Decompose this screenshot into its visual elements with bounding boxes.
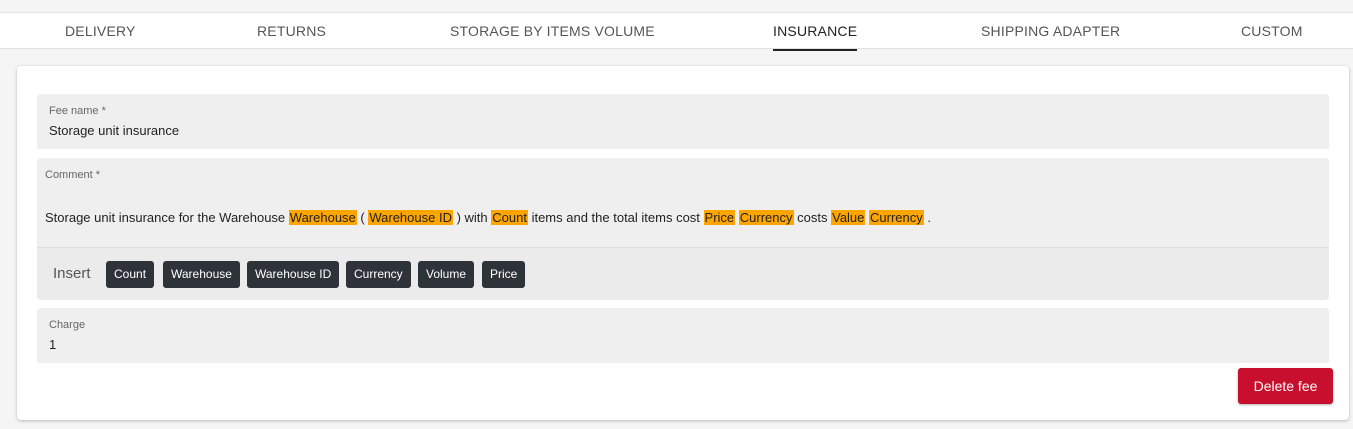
comment-token[interactable]: Currency bbox=[869, 210, 924, 225]
insert-chip-currency[interactable]: Currency bbox=[346, 261, 411, 288]
comment-token[interactable]: Price bbox=[703, 210, 736, 225]
fee-name-field[interactable]: Fee name * Storage unit insurance bbox=[37, 94, 1329, 149]
comment-text-segment: ) with bbox=[452, 210, 492, 225]
delete-fee-button[interactable]: Delete fee bbox=[1238, 368, 1333, 404]
tab-custom[interactable]: CUSTOM bbox=[1241, 13, 1303, 50]
comment-field: Comment * Storage unit insurance for the… bbox=[37, 158, 1329, 300]
comment-text-segment: costs bbox=[793, 210, 832, 225]
tab-storage-by-items-volume[interactable]: STORAGE BY ITEMS VOLUME bbox=[450, 13, 655, 50]
fee-card: Fee name * Storage unit insurance Commen… bbox=[17, 66, 1349, 420]
charge-input[interactable]: 1 bbox=[49, 337, 56, 352]
insert-chip-price[interactable]: Price bbox=[482, 261, 526, 288]
fee-name-input[interactable]: Storage unit insurance bbox=[49, 123, 179, 138]
fee-name-label: Fee name * bbox=[49, 105, 106, 117]
comment-text-segment: Storage unit insurance for the Warehouse bbox=[45, 210, 289, 225]
tab-returns[interactable]: RETURNS bbox=[257, 13, 326, 50]
tab-delivery[interactable]: DELIVERY bbox=[65, 13, 136, 50]
tab-shipping-adapter[interactable]: SHIPPING ADAPTER bbox=[981, 13, 1120, 50]
charge-label: Charge bbox=[49, 319, 86, 331]
insert-chip-warehouse[interactable]: Warehouse bbox=[163, 261, 240, 288]
comment-token[interactable]: Currency bbox=[738, 210, 794, 225]
comment-token[interactable]: Warehouse ID bbox=[368, 210, 453, 225]
insert-label: Insert bbox=[53, 265, 91, 282]
insert-toolbar: Insert Count Warehouse Warehouse ID Curr… bbox=[37, 247, 1329, 300]
comment-token[interactable]: Warehouse bbox=[288, 210, 357, 225]
insert-chip-count[interactable]: Count bbox=[106, 261, 155, 288]
insert-chip-volume[interactable]: Volume bbox=[418, 261, 475, 288]
comment-token[interactable]: Value bbox=[831, 210, 866, 225]
comment-input[interactable]: Storage unit insurance for the Warehouse… bbox=[45, 208, 931, 228]
comment-token[interactable]: Count bbox=[491, 210, 528, 225]
charge-field[interactable]: Charge 1 bbox=[37, 308, 1329, 363]
tab-insurance[interactable]: INSURANCE bbox=[773, 13, 858, 51]
comment-label: Comment * bbox=[45, 169, 101, 181]
comment-text-segment: ( bbox=[356, 210, 369, 225]
tab-bar: DELIVERY RETURNS STORAGE BY ITEMS VOLUME… bbox=[0, 12, 1353, 51]
comment-text-segment: items and the total items cost bbox=[527, 210, 704, 225]
insert-chip-warehouse-id[interactable]: Warehouse ID bbox=[247, 261, 340, 288]
comment-text-segment: . bbox=[923, 210, 932, 225]
